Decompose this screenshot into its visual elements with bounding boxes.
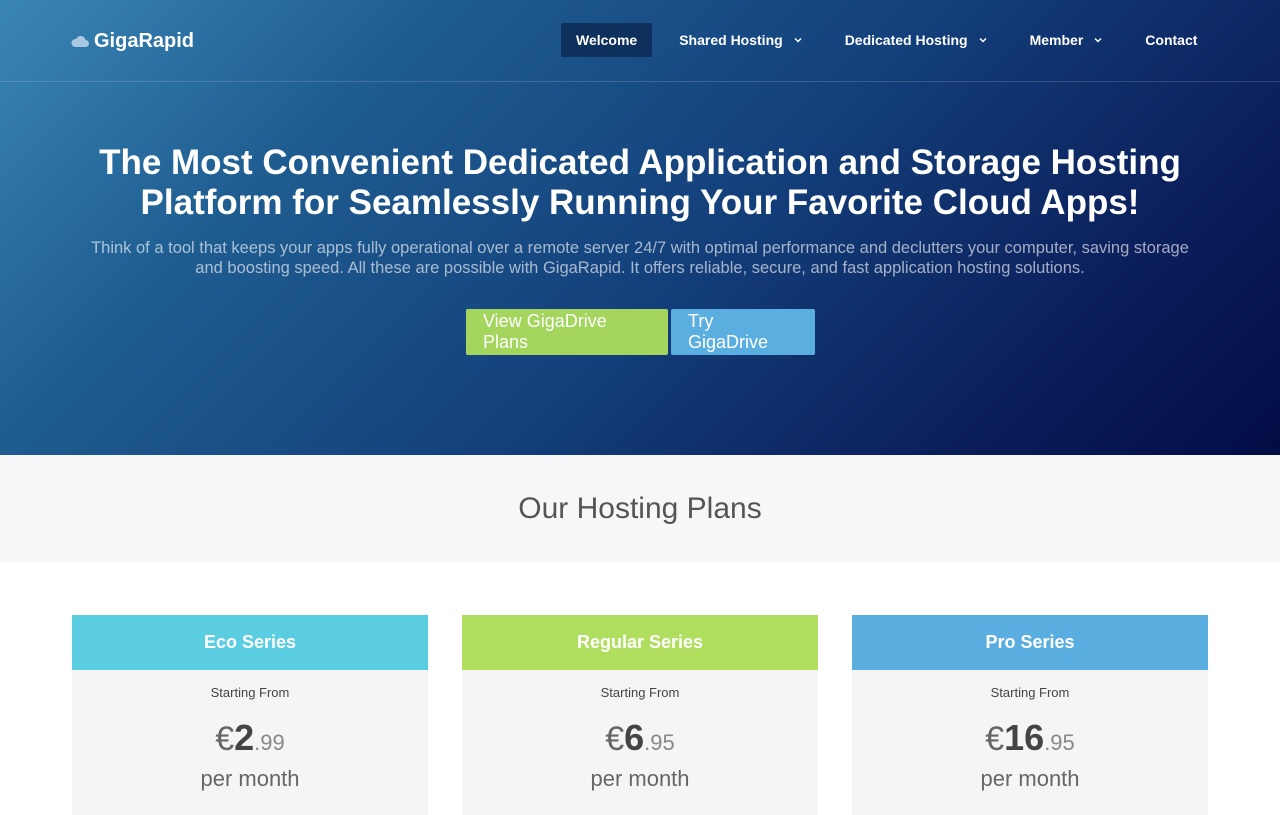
chevron-down-icon — [1094, 37, 1102, 43]
main-nav: Welcome Shared Hosting Dedicated Hosting… — [561, 23, 1224, 57]
plan-card-pro[interactable]: Pro Series Starting From €16.95 per mont… — [852, 615, 1208, 815]
nav-item-shared-hosting[interactable]: Shared Hosting — [664, 23, 817, 57]
hero-subtitle: Think of a tool that keeps your apps ful… — [91, 239, 1189, 277]
price-currency: € — [985, 720, 1005, 758]
price-period: per month — [590, 766, 690, 791]
nav-item-dedicated-hosting[interactable]: Dedicated Hosting — [830, 23, 1003, 57]
price-minor: .95 — [644, 730, 675, 755]
price-minor: .95 — [1044, 730, 1075, 755]
price-major: 16 — [1004, 717, 1045, 758]
price-period: per month — [200, 766, 300, 791]
price-minor: .99 — [254, 730, 285, 755]
price-major: 6 — [624, 717, 645, 758]
nav-item-welcome[interactable]: Welcome — [561, 23, 653, 57]
nav-label: Welcome — [576, 32, 638, 48]
plan-card-regular[interactable]: Regular Series Starting From €6.95 per m… — [462, 615, 818, 815]
plans-heading: Our Hosting Plans — [518, 491, 762, 525]
cloud-icon — [71, 35, 89, 47]
plan-name: Eco Series — [72, 615, 428, 670]
plan-name: Regular Series — [462, 615, 818, 670]
brand-logo[interactable]: GigaRapid — [70, 29, 194, 53]
nav-label: Shared Hosting — [679, 32, 783, 48]
starting-label: Starting From — [600, 685, 680, 700]
price-currency: € — [605, 720, 625, 758]
hero-title: The Most Convenient Dedicated Applicatio… — [99, 143, 1181, 222]
price-major: 2 — [234, 717, 255, 758]
starting-label: Starting From — [210, 685, 290, 700]
price-period: per month — [980, 766, 1080, 791]
nav-item-member[interactable]: Member — [1015, 23, 1119, 57]
nav-label: Contact — [1145, 32, 1198, 48]
chevron-down-icon — [979, 37, 987, 43]
chevron-down-icon — [794, 37, 802, 43]
view-plans-button[interactable]: View GigaDrive Plans — [466, 309, 668, 355]
plan-card-eco[interactable]: Eco Series Starting From €2.99 per month — [72, 615, 428, 815]
nav-label: Dedicated Hosting — [844, 32, 968, 48]
hero-section: GigaRapid Welcome Shared Hosting Dedicat… — [0, 0, 1280, 455]
price-currency: € — [215, 720, 235, 758]
try-gigadrive-button[interactable]: Try GigaDrive — [671, 309, 815, 355]
starting-label: Starting From — [990, 685, 1070, 700]
plan-price: €6.95 — [462, 717, 818, 758]
navbar: GigaRapid Welcome Shared Hosting Dedicat… — [0, 0, 1280, 82]
nav-item-contact[interactable]: Contact — [1130, 23, 1212, 57]
plan-price: €16.95 — [852, 717, 1208, 758]
hero-buttons: View GigaDrive Plans Try GigaDrive — [466, 309, 815, 355]
plan-price: €2.99 — [72, 717, 428, 758]
nav-label: Member — [1029, 32, 1084, 48]
brand-name: GigaRapid — [94, 29, 195, 52]
plan-name: Pro Series — [852, 615, 1208, 670]
plan-cards: Eco Series Starting From €2.99 per month… — [72, 615, 1208, 815]
plans-header: Our Hosting Plans — [0, 455, 1280, 562]
